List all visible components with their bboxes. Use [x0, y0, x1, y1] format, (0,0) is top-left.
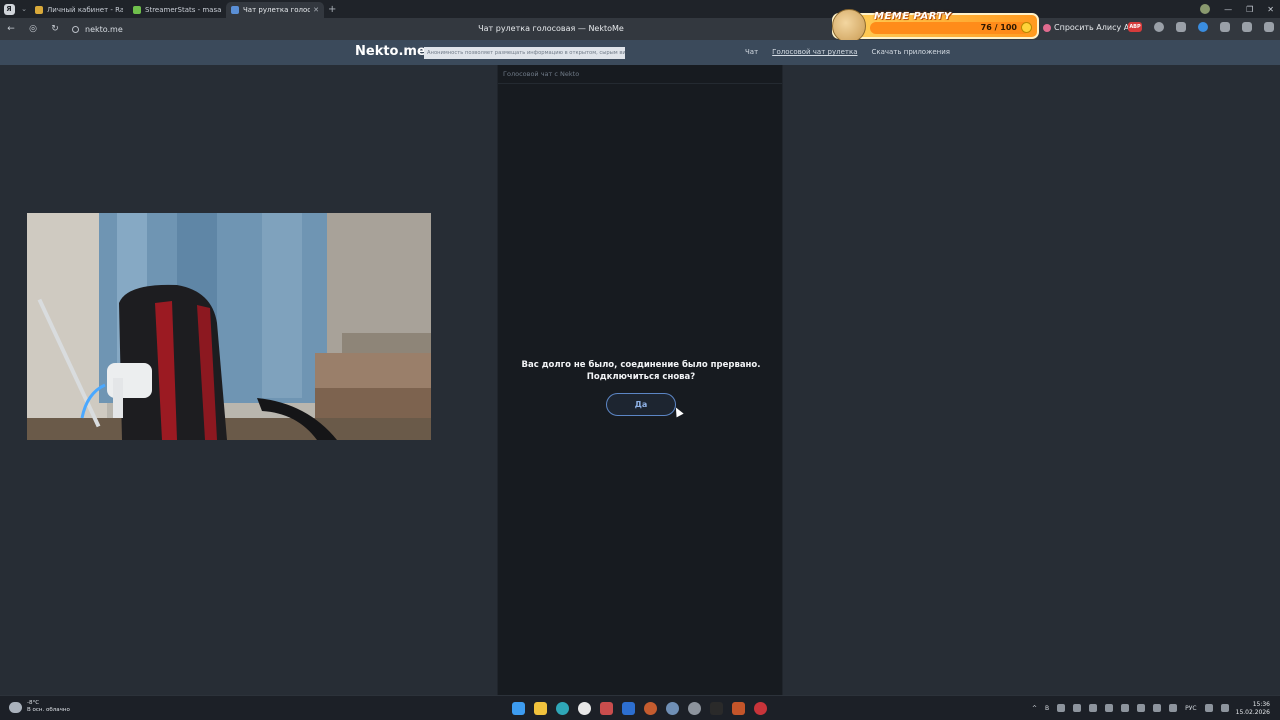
profile-avatar[interactable]	[1200, 4, 1211, 14]
doge-icon	[832, 9, 866, 43]
tab-ramp[interactable]: Личный кабинет - Ramp	[30, 2, 128, 18]
tab-favicon-icon	[35, 6, 43, 14]
site-header: Nekto.me Анонимность позволяет размещать…	[0, 40, 1280, 65]
tab-close-icon[interactable]: ✕	[313, 6, 319, 14]
disconnect-message: Вас долго не было, соединение было прерв…	[498, 359, 784, 383]
ask-alice-button[interactable]: Спросить Алису AI	[1043, 23, 1132, 32]
panel-title: Голосовой чат с Nekto	[498, 65, 782, 84]
anonymity-notice: Анонимность позволяет размещать информац…	[424, 47, 625, 59]
temperature: -8°C	[27, 700, 40, 706]
tray-icon[interactable]	[1121, 704, 1130, 712]
tray-icon[interactable]	[1137, 704, 1146, 712]
coin-icon	[1021, 22, 1032, 33]
maximize-icon[interactable]: ❐	[1246, 5, 1253, 14]
system-tray: ^ B РУС	[1032, 704, 1229, 712]
app-icon[interactable]	[754, 702, 767, 715]
weather-widget[interactable]: -8°C В осн. облачно	[9, 700, 70, 714]
app-icon[interactable]	[666, 702, 679, 715]
adblock-icon[interactable]: ABP	[1128, 22, 1142, 32]
meme-score: 76 / 100	[980, 23, 1017, 32]
download-icon[interactable]	[1264, 22, 1274, 32]
message-line-1: Вас долго не было, соединение было прерв…	[521, 360, 761, 370]
alice-icon	[1043, 23, 1051, 32]
minimize-icon[interactable]: —	[1224, 5, 1232, 14]
meme-party-title: MEME PARTY	[874, 11, 952, 22]
site-logo[interactable]: Nekto.me	[355, 44, 426, 59]
clock-date: 15.02.2026	[1235, 709, 1270, 716]
nav-download-apps[interactable]: Скачать приложения	[871, 48, 950, 56]
tab-label: Личный кабинет - Ramp	[47, 6, 123, 14]
volume-icon[interactable]	[1220, 704, 1229, 712]
network-icon[interactable]	[1204, 704, 1213, 712]
tray-icon[interactable]	[1073, 704, 1082, 712]
tab-list-chevron-icon[interactable]: ⌄	[18, 5, 30, 13]
yandex-browser-icon[interactable]	[578, 702, 591, 715]
cloud-icon	[9, 701, 22, 713]
tray-icon[interactable]	[1105, 704, 1114, 712]
app-icon[interactable]	[710, 702, 723, 715]
meme-party-widget[interactable]: MEME PARTY 76 / 100	[832, 9, 1039, 43]
bookmark-icon[interactable]	[1176, 22, 1186, 32]
taskbar: -8°C В осн. облачно ^ B РУС 15:36 15.02.…	[0, 695, 1280, 720]
tray-icon[interactable]	[1169, 704, 1178, 712]
app-icon[interactable]	[732, 702, 745, 715]
tray-b-icon[interactable]: B	[1045, 705, 1049, 712]
tab-favicon-icon	[231, 6, 239, 14]
tray-icon[interactable]	[1057, 704, 1066, 712]
extension-icon[interactable]	[1154, 22, 1164, 32]
tab-label: StreamerStats - masadaz	[145, 6, 221, 14]
tab-favicon-icon	[133, 6, 141, 14]
clock-time: 15:36	[1252, 701, 1270, 708]
tab-label: Чат рулетка голосовая	[243, 6, 311, 14]
reconnect-yes-button[interactable]: Да	[606, 393, 676, 416]
telegram-icon[interactable]	[600, 702, 613, 715]
close-window-icon[interactable]: ✕	[1267, 5, 1274, 14]
site-nav: Чат Голосовой чат рулетка Скачать прилож…	[745, 48, 950, 56]
microphone-icon[interactable]	[1153, 704, 1162, 712]
extension-icons: ABP	[1128, 22, 1274, 32]
browser-menu-icon[interactable]: Я	[0, 0, 18, 18]
taskbar-apps	[512, 702, 767, 715]
message-line-2: Подключиться снова?	[586, 372, 696, 382]
language-indicator[interactable]: РУС	[1185, 705, 1196, 712]
ask-alice-label: Спросить Алису AI	[1054, 23, 1132, 32]
extension-icon[interactable]	[1198, 22, 1208, 32]
edge-icon[interactable]	[556, 702, 569, 715]
start-icon[interactable]	[512, 702, 525, 715]
tray-icon[interactable]	[1089, 704, 1098, 712]
settings-icon[interactable]	[688, 702, 701, 715]
weather-text: В осн. облачно	[27, 707, 70, 713]
voice-chat-panel: Голосовой чат с Nekto Вас долго не было,…	[497, 65, 783, 695]
puzzle-icon[interactable]	[1220, 22, 1230, 32]
new-tab-button[interactable]: +	[328, 4, 336, 15]
clock[interactable]: 15:36 15.02.2026	[1236, 701, 1270, 717]
nav-chat[interactable]: Чат	[745, 48, 758, 56]
tray-chevron-icon[interactable]: ^	[1032, 705, 1037, 712]
app-icon[interactable]	[644, 702, 657, 715]
collections-icon[interactable]	[1242, 22, 1252, 32]
webcam-video	[27, 213, 431, 440]
nav-voice-roulette[interactable]: Голосовой чат рулетка	[772, 48, 857, 56]
tab-streamerstats[interactable]: StreamerStats - masadaz	[128, 2, 226, 18]
explorer-icon[interactable]	[534, 702, 547, 715]
tab-bar: Я ⌄ Личный кабинет - Ramp StreamerStats …	[0, 0, 1280, 18]
tab-nekto[interactable]: Чат рулетка голосовая ✕	[226, 2, 324, 18]
app-icon[interactable]	[622, 702, 635, 715]
